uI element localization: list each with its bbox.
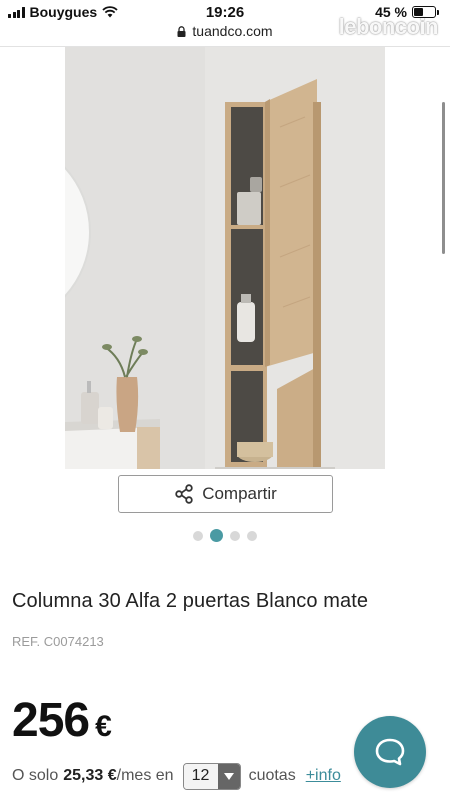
product-ref: REF. C0074213 xyxy=(12,634,104,649)
financing-prefix: O solo xyxy=(12,767,59,784)
product-price: 256 € xyxy=(12,693,112,748)
share-button[interactable]: Compartir xyxy=(118,475,333,513)
per-month-label: /mes en xyxy=(116,767,174,784)
product-image[interactable] xyxy=(65,47,385,469)
months-selected-value: 12 xyxy=(183,763,218,789)
share-label: Compartir xyxy=(202,484,277,503)
gallery-dot[interactable] xyxy=(193,530,203,541)
monthly-amount: 25,33 € xyxy=(63,767,117,784)
lock-icon xyxy=(177,25,186,37)
share-icon xyxy=(175,484,193,504)
gallery-dot[interactable] xyxy=(210,529,223,542)
product-title: Columna 30 Alfa 2 puertas Blanco mate xyxy=(12,590,369,612)
gallery-dot[interactable] xyxy=(247,530,257,541)
watermark-logo: leboncoin xyxy=(338,14,439,39)
price-amount: 256 xyxy=(12,694,90,747)
financing-row: O solo 25,33 € /mes en 12 cuotas +info xyxy=(12,762,341,790)
product-photo xyxy=(65,47,385,469)
chat-bubble-icon xyxy=(375,738,405,766)
url-text: tuandco.com xyxy=(192,23,273,39)
more-info-link[interactable]: +info xyxy=(306,767,341,785)
gallery-dot[interactable] xyxy=(230,530,240,541)
months-select[interactable]: 12 xyxy=(182,762,241,790)
price-currency: € xyxy=(95,710,112,743)
gallery-pagination xyxy=(0,529,450,542)
chevron-down-icon xyxy=(217,763,240,789)
scroll-indicator[interactable] xyxy=(442,102,445,254)
installments-label: cuotas xyxy=(248,767,296,784)
chat-button[interactable] xyxy=(354,716,426,788)
